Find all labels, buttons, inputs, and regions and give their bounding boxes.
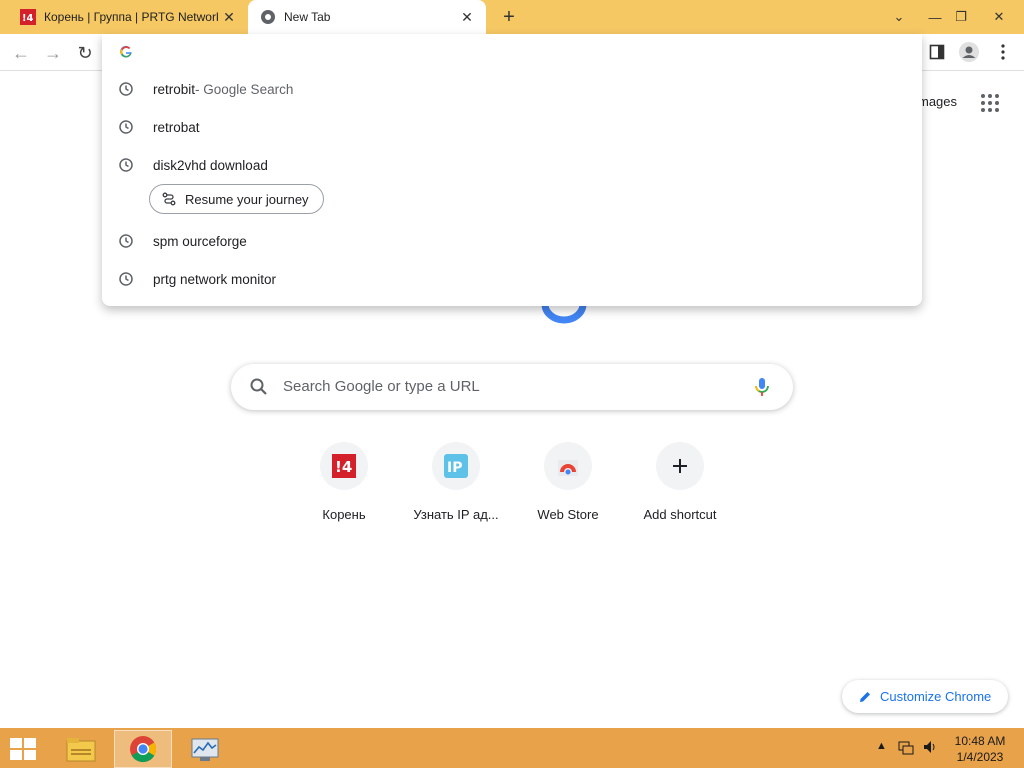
web-store-icon: [544, 442, 592, 490]
customize-chrome-button[interactable]: Customize Chrome: [842, 680, 1008, 713]
shortcut-label: Корень: [322, 507, 366, 522]
close-icon[interactable]: ✕: [218, 6, 240, 28]
side-panel-icon[interactable]: [924, 39, 950, 65]
omnibox-dropdown: retrobit - Google Search retrobat disk2v…: [102, 34, 922, 306]
svg-text:IP: IP: [447, 460, 462, 476]
restore-button[interactable]: ❐: [944, 0, 978, 34]
menu-icon[interactable]: [990, 39, 1016, 65]
tab-title: New Tab: [284, 10, 331, 24]
close-icon[interactable]: ✕: [456, 6, 478, 28]
performance-monitor-icon[interactable]: [176, 730, 234, 768]
clock-time: 10:48 AM: [954, 734, 1006, 748]
search-box[interactable]: Search Google or type a URL: [231, 364, 793, 410]
suggestion-text: disk2vhd download: [153, 157, 268, 173]
microphone-icon[interactable]: [751, 376, 773, 398]
history-icon: [119, 158, 133, 172]
search-icon: [249, 377, 269, 397]
suggestion-text: prtg network monitor: [153, 271, 277, 287]
svg-text:!4: !4: [22, 13, 34, 24]
shortcut-label: Узнать IP ад...: [413, 507, 499, 522]
journey-chip-label: Resume your journey: [185, 191, 309, 207]
chevron-down-icon[interactable]: ⌄: [882, 0, 916, 34]
taskbar: ▲: [0, 728, 1024, 768]
reload-button[interactable]: ↻: [72, 40, 98, 66]
tray-overflow-icon[interactable]: ▲: [876, 740, 887, 752]
add-shortcut-button[interactable]: Add shortcut: [624, 442, 736, 532]
shortcut-web-store[interactable]: Web Store: [512, 442, 624, 532]
tab-title: Корень | Группа | PRTG Network: [44, 10, 218, 24]
suggestion-item[interactable]: prtg network monitor: [102, 260, 922, 298]
forward-button[interactable]: →: [40, 40, 66, 66]
history-icon: [119, 120, 133, 134]
shortcut-ip[interactable]: IP Узнать IP ад...: [400, 442, 512, 532]
history-icon: [119, 82, 133, 96]
network-icon[interactable]: [898, 739, 914, 758]
prtg-icon: !4: [20, 9, 36, 25]
shortcut-koren[interactable]: !4 Корень: [288, 442, 400, 532]
search-input[interactable]: Search Google or type a URL: [283, 378, 480, 395]
omnibox-input[interactable]: [102, 34, 922, 70]
suggestion-desc: - Google Search: [195, 81, 294, 97]
tab-new-tab[interactable]: New Tab ✕: [248, 0, 486, 34]
new-tab-button[interactable]: +: [498, 6, 520, 28]
plus-icon: [656, 442, 704, 490]
taskbar-clock[interactable]: 10:48 AM 1/4/2023: [948, 733, 1012, 765]
suggestion-text: retrobat: [153, 119, 200, 135]
suggestion-item[interactable]: spm ourceforge: [102, 222, 922, 260]
suggestion-item[interactable]: disk2vhd download: [102, 146, 922, 184]
suggestion-text: retrobit: [153, 81, 196, 97]
close-window-button[interactable]: ✕: [982, 0, 1016, 34]
prtg-icon: !4: [320, 442, 368, 490]
images-link[interactable]: mages: [918, 94, 957, 109]
google-g-icon: [120, 45, 132, 58]
shortcut-label: Add shortcut: [643, 507, 717, 522]
customize-label: Customize Chrome: [880, 689, 992, 704]
pencil-icon: [860, 691, 870, 702]
volume-icon[interactable]: [922, 739, 938, 758]
chrome-taskbar-icon[interactable]: [114, 730, 172, 768]
resume-journey-chip[interactable]: Resume your journey: [149, 184, 324, 214]
back-button[interactable]: ←: [8, 40, 34, 66]
apps-grid-icon[interactable]: [980, 93, 1000, 113]
tab-prtg[interactable]: !4 Корень | Группа | PRTG Network ✕: [8, 0, 248, 34]
journey-icon: [162, 192, 176, 206]
suggestion-item[interactable]: retrobit - Google Search: [102, 70, 922, 108]
suggestion-item[interactable]: retrobat: [102, 108, 922, 146]
profile-avatar[interactable]: [956, 39, 982, 65]
clock-date: 1/4/2023: [956, 750, 1004, 764]
svg-text:!4: !4: [335, 458, 352, 476]
ip-icon: IP: [432, 442, 480, 490]
shortcut-label: Web Store: [537, 507, 599, 522]
windows-start-icon[interactable]: [8, 736, 38, 762]
tab-strip: !4 Корень | Группа | PRTG Network ✕ New …: [0, 0, 1024, 34]
chrome-icon: [260, 9, 276, 25]
history-icon: [119, 272, 133, 286]
suggestion-text: spm ourceforge: [153, 233, 247, 249]
history-icon: [119, 234, 133, 248]
file-explorer-icon[interactable]: [52, 730, 110, 768]
